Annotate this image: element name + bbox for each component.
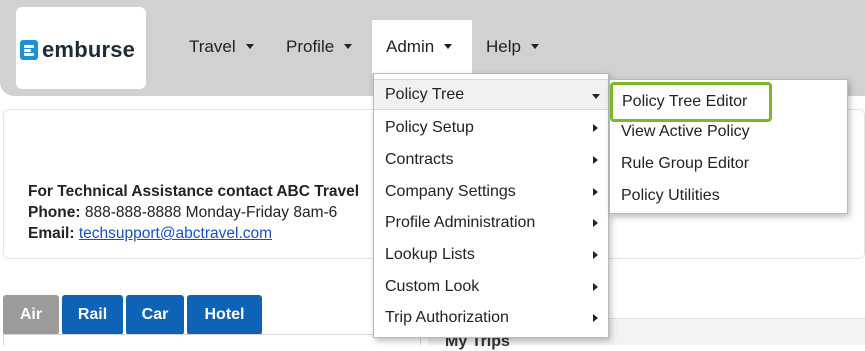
email-label: Email:	[28, 225, 75, 242]
admin-dropdown-menu: Policy Tree Policy Setup Contracts Compa…	[373, 73, 609, 338]
chevron-right-icon	[593, 124, 598, 132]
nav-travel-label: Travel	[189, 37, 236, 56]
menu-item-label: Profile Administration	[385, 214, 536, 231]
logo[interactable]: emburse	[16, 7, 146, 89]
tab-rail[interactable]: Rail	[62, 295, 123, 335]
tab-car[interactable]: Car	[126, 295, 184, 335]
menu-item-company-settings[interactable]: Company Settings	[374, 176, 608, 207]
phone-value: 888-888-8888 Monday-Friday 8am-6	[84, 204, 338, 221]
tab-hotel[interactable]: Hotel	[187, 295, 262, 335]
tab-air[interactable]: Air	[3, 295, 59, 335]
chevron-right-icon	[593, 188, 598, 196]
nav-profile[interactable]: Profile	[272, 20, 367, 73]
nav-admin-label: Admin	[386, 37, 435, 56]
menu-item-label: Trip Authorization	[385, 309, 509, 326]
menu-item-profile-administration[interactable]: Profile Administration	[374, 207, 608, 238]
contact-info: For Technical Assistance contact ABC Tra…	[28, 181, 359, 244]
caret-down-icon	[245, 44, 254, 49]
menu-item-label: Lookup Lists	[385, 246, 475, 263]
nav-travel[interactable]: Travel	[175, 20, 265, 73]
menu-item-label: Policy Setup	[385, 119, 474, 136]
menu-item-label: Custom Look	[385, 278, 480, 295]
caret-down-icon	[444, 44, 453, 49]
phone-label: Phone:	[28, 204, 81, 221]
email-link[interactable]: techsupport@abctravel.com	[79, 225, 272, 242]
menu-item-label: Policy Tree	[385, 86, 465, 103]
chevron-right-icon	[593, 314, 598, 322]
nav-help-label: Help	[486, 37, 521, 56]
emburse-logo-icon	[20, 40, 38, 60]
chevron-right-icon	[593, 156, 598, 164]
contact-phone-row: Phone: 888-888-8888 Monday-Friday 8am-6	[28, 202, 359, 223]
chevron-right-icon	[593, 283, 598, 291]
submenu-item-rule-group-editor[interactable]: Rule Group Editor	[610, 148, 847, 180]
nav-admin[interactable]: Admin	[372, 20, 472, 73]
menu-item-trip-authorization[interactable]: Trip Authorization	[374, 302, 608, 333]
menu-item-custom-look[interactable]: Custom Look	[374, 271, 608, 302]
chevron-right-icon	[593, 251, 598, 259]
submenu-item-policy-utilities[interactable]: Policy Utilities	[610, 180, 847, 212]
menu-item-policy-tree[interactable]: Policy Tree	[374, 79, 608, 110]
logo-text: emburse	[42, 37, 136, 62]
menu-item-label: Company Settings	[385, 183, 516, 200]
policy-tree-submenu: Policy Tree Editor View Active Policy Ru…	[609, 79, 848, 214]
search-panel	[3, 334, 421, 345]
contact-heading: For Technical Assistance contact ABC Tra…	[28, 183, 360, 200]
submenu-item-view-active-policy[interactable]: View Active Policy	[610, 116, 847, 148]
menu-item-lookup-lists[interactable]: Lookup Lists	[374, 239, 608, 270]
nav-help[interactable]: Help	[472, 20, 552, 73]
caret-down-icon	[344, 44, 353, 49]
menu-item-policy-setup[interactable]: Policy Setup	[374, 112, 608, 143]
menu-item-contracts[interactable]: Contracts	[374, 144, 608, 175]
nav-profile-label: Profile	[286, 37, 335, 56]
menu-item-label: Contracts	[385, 151, 454, 168]
caret-down-icon	[530, 44, 539, 49]
chevron-right-icon	[593, 219, 598, 227]
contact-email-row: Email: techsupport@abctravel.com	[28, 223, 359, 244]
caret-down-icon	[592, 94, 600, 99]
